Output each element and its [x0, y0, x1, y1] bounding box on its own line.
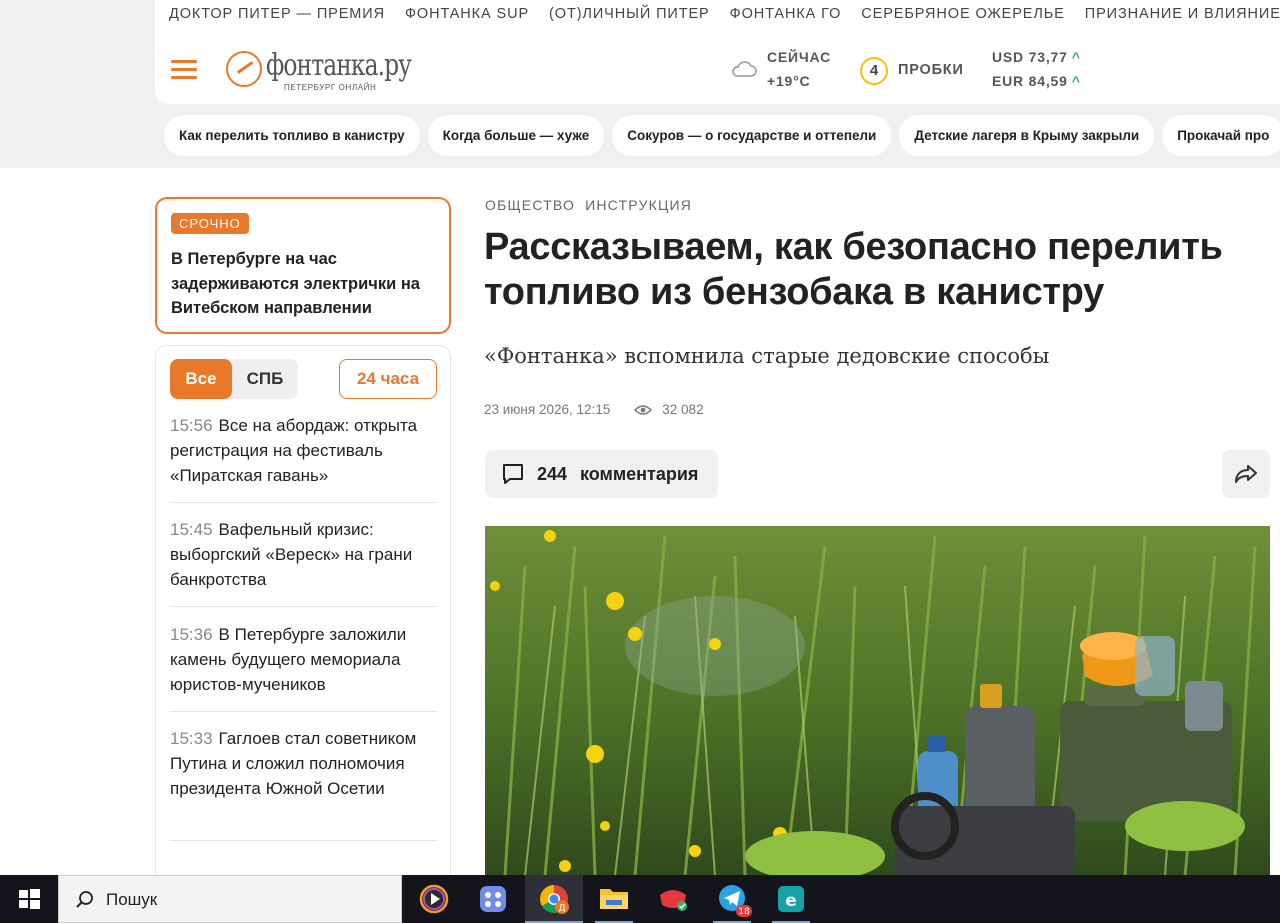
- tab-all[interactable]: Все: [170, 359, 232, 399]
- news-item[interactable]: 15:33 Гаглоев стал советником Путина и сл…: [170, 726, 436, 801]
- arrow-up-icon: ^: [1071, 49, 1081, 65]
- period-24h-button[interactable]: 24 часа: [339, 359, 437, 399]
- top-links-nav: ДОКТОР ПИТЕР — ПРЕМИЯ ФОНТАНКА SUP (ОТ)Л…: [169, 6, 1280, 26]
- comments-label: комментария: [580, 464, 699, 484]
- top-link-fontanka-sup[interactable]: ФОНТАНКА SUP: [405, 6, 529, 26]
- weather-temp: +19°С: [767, 73, 811, 89]
- news-feed: Все СПБ 24 часа 15:56 Все на абордаж: отк…: [155, 345, 451, 885]
- article-rubrics: ОБЩЕСТВО ИНСТРУКЦИЯ: [485, 197, 692, 213]
- news-time: 15:36: [170, 625, 213, 644]
- file-explorer-icon[interactable]: [585, 875, 643, 923]
- share-button[interactable]: [1222, 450, 1270, 498]
- article-views: 32 082: [662, 402, 704, 417]
- share-icon: [1235, 465, 1257, 483]
- news-time: 15:45: [170, 520, 213, 539]
- photo-illustration: [485, 526, 1270, 876]
- menu-icon[interactable]: [171, 60, 197, 80]
- arrow-up-icon: ^: [1071, 73, 1081, 89]
- feed-filter: Все СПБ: [170, 359, 298, 399]
- chrome-icon[interactable]: Д: [525, 875, 583, 923]
- logo-text: фонтанка.ру: [266, 48, 412, 83]
- telegram-badge: 18: [738, 907, 750, 917]
- logo-mark-icon: [226, 51, 262, 87]
- svg-text:e: e: [785, 891, 797, 911]
- media-player-icon[interactable]: [405, 875, 463, 923]
- top-link-fontanka-go[interactable]: ФОНТАНКА ГО: [730, 6, 842, 26]
- windows-logo-icon: [19, 889, 40, 909]
- taskbar-search[interactable]: Пошук: [58, 875, 402, 923]
- cloud-icon: [732, 61, 757, 77]
- comment-icon: [503, 464, 523, 484]
- hot-topics: Как перелить топливо в канистру Когда бо…: [164, 115, 1280, 156]
- site-logo[interactable]: фонтанка.ру ПЕТЕРБУРГ ОНЛАЙН: [226, 48, 426, 96]
- comments-button[interactable]: 244 комментария: [485, 450, 718, 498]
- article-subtitle: «Фонтанка» вспомнила старые дедовские сп…: [484, 344, 1050, 368]
- topic-chip[interactable]: Когда больше — хуже: [427, 115, 605, 156]
- search-placeholder: Пошук: [106, 890, 158, 909]
- top-link-serebryanoe-ozherelie[interactable]: СЕРЕБРЯНОЕ ОЖЕРЕЛЬЕ: [861, 6, 1064, 26]
- news-item[interactable]: 15:45 Вафельный кризис: выборгский «Верес…: [170, 517, 436, 592]
- search-icon: [76, 891, 93, 908]
- topic-chip[interactable]: Как перелить топливо в канистру: [164, 115, 420, 156]
- news-item[interactable]: 15:36 В Петербурге заложили камень будуще…: [170, 622, 436, 697]
- urgent-news-text[interactable]: В Петербурге на час задерживаются электр…: [171, 247, 431, 321]
- currency-eur: EUR 84,59 ^: [992, 73, 1081, 89]
- divider: [170, 840, 436, 841]
- svg-text:Д: Д: [558, 904, 565, 914]
- article-title: Рассказываем, как безопасно перелить топ…: [484, 226, 1223, 313]
- urgent-news-card[interactable]: СРОЧНО В Петербурге на час задерживаются…: [155, 197, 451, 334]
- topic-chip[interactable]: Сокуров — о государстве и оттепели: [612, 115, 892, 156]
- top-link-doctor-piter[interactable]: ДОКТОР ПИТЕР — ПРЕМИЯ: [169, 6, 385, 26]
- comments-count: 244: [537, 464, 568, 484]
- eset-icon[interactable]: e: [762, 875, 820, 923]
- logo-tagline: ПЕТЕРБУРГ ОНЛАЙН: [284, 83, 377, 92]
- top-link-priznanie[interactable]: ПРИЗНАНИЕ И ВЛИЯНИЕ: [1085, 6, 1280, 26]
- topic-chip[interactable]: Детские лагеря в Крыму закрыли: [899, 115, 1155, 156]
- weather-label: СЕЙЧАС: [767, 49, 832, 65]
- news-item[interactable]: 15:56 Все на абордаж: открыта регистрация…: [170, 413, 436, 488]
- traffic-score-badge[interactable]: 4: [860, 57, 888, 85]
- topic-chip[interactable]: Прокачай про: [1162, 115, 1280, 156]
- tab-spb[interactable]: СПБ: [232, 359, 298, 399]
- windows-taskbar: Пошук Д 18 e: [0, 875, 1280, 923]
- news-time: 15:33: [170, 729, 213, 748]
- urgent-badge: СРОЧНО: [171, 213, 249, 234]
- rubric-link[interactable]: ОБЩЕСТВО: [485, 197, 575, 213]
- app-icon[interactable]: [464, 875, 522, 923]
- divider: [170, 606, 436, 607]
- telegram-icon[interactable]: 18: [703, 875, 761, 923]
- rubric-link[interactable]: ИНСТРУКЦИЯ: [585, 197, 692, 213]
- divider: [170, 711, 436, 712]
- top-link-otlichny-piter[interactable]: (ОТ)ЛИЧНЫЙ ПИТЕР: [549, 6, 710, 26]
- traffic-label[interactable]: ПРОБКИ: [898, 62, 964, 78]
- news-time: 15:56: [170, 416, 213, 435]
- article-meta: 23 июня 2026, 12:15 32 082: [484, 402, 704, 417]
- eye-icon: [634, 404, 653, 415]
- divider: [170, 502, 436, 503]
- anydesk-icon[interactable]: [644, 875, 702, 923]
- article-date: 23 июня 2026, 12:15: [484, 402, 611, 417]
- currency-usd: USD 73,77 ^: [992, 49, 1081, 65]
- start-button[interactable]: [0, 875, 58, 923]
- article-photo: [485, 526, 1270, 876]
